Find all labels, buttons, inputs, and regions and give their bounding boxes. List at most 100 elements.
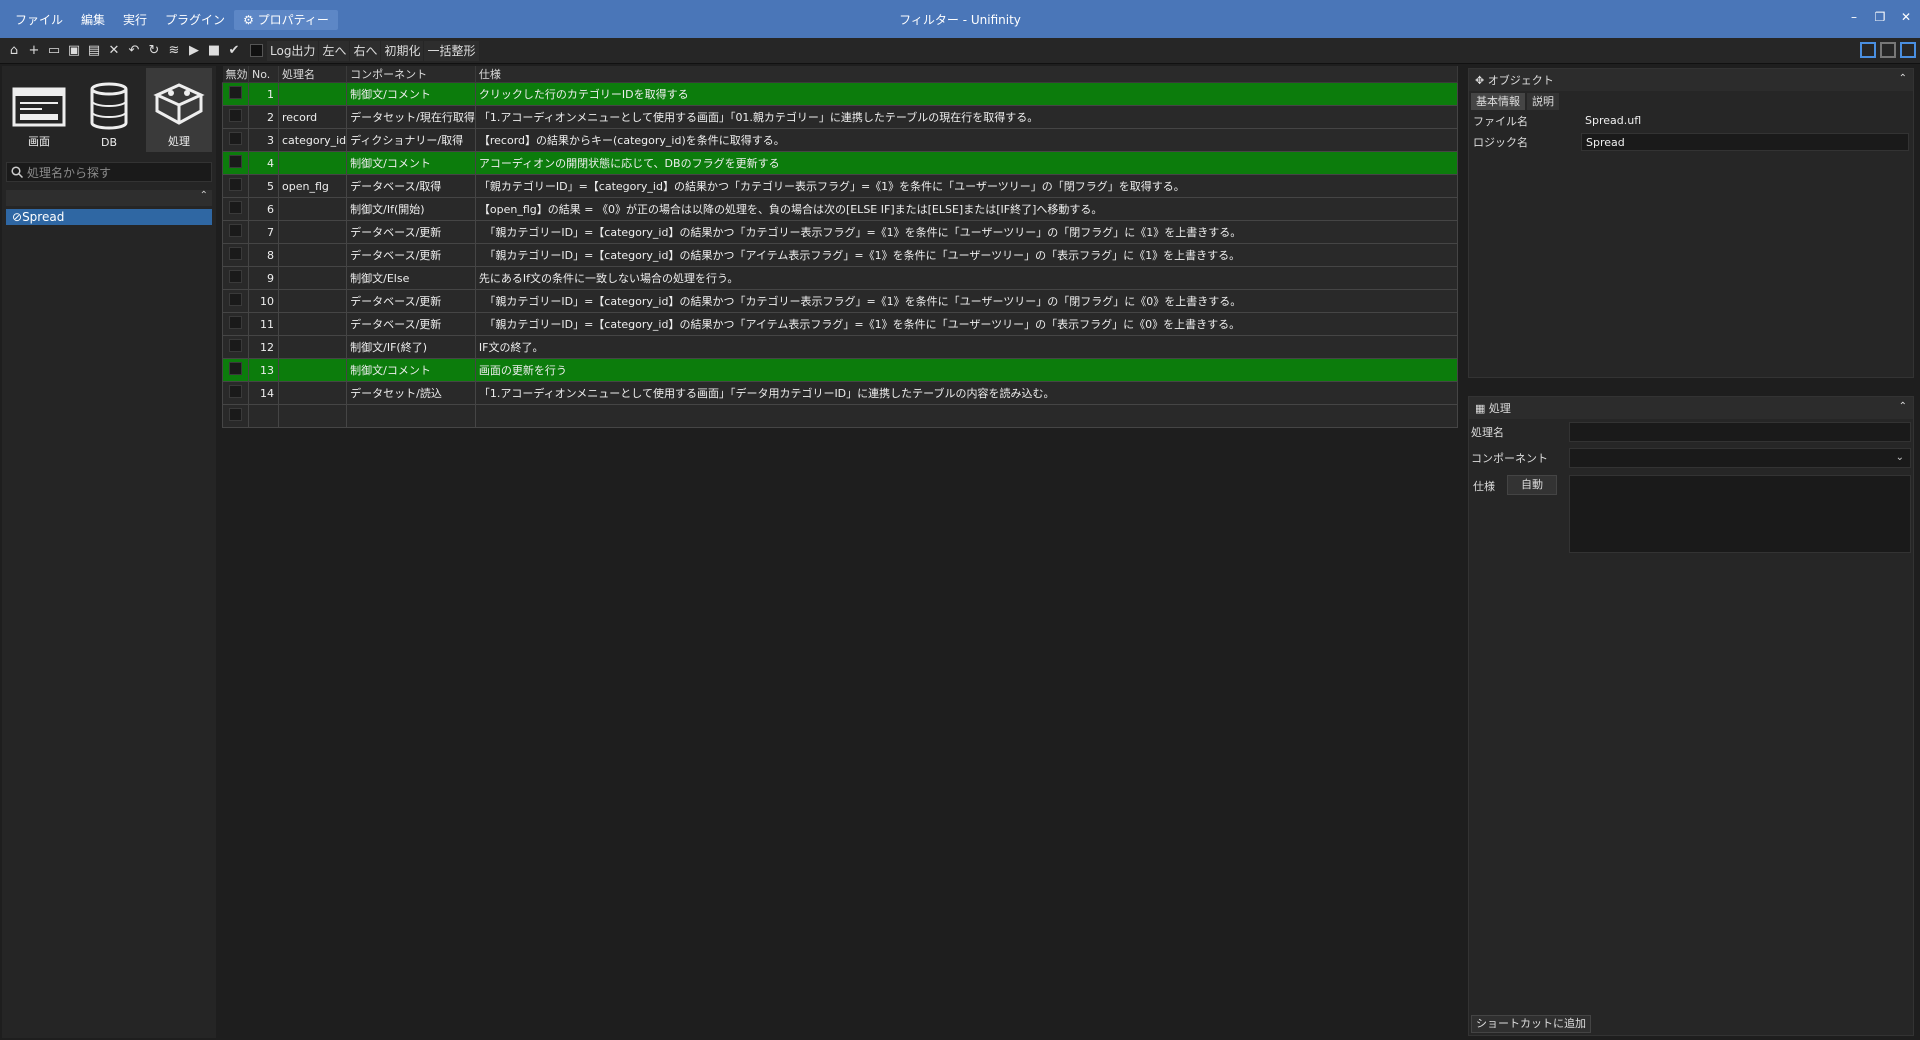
table-row[interactable]: 9 制御文/Else 先にあるIf文の条件に一致しない場合の処理を行う。: [222, 266, 1459, 290]
layout-right-icon[interactable]: [1900, 42, 1916, 58]
refresh-icon[interactable]: ↻: [144, 41, 164, 61]
disable-checkbox[interactable]: [229, 385, 242, 398]
disable-checkbox[interactable]: [229, 224, 242, 237]
component-cell[interactable]: データベース/更新: [346, 243, 476, 267]
disable-checkbox-cell[interactable]: [222, 220, 249, 244]
header-no[interactable]: No.: [248, 66, 279, 83]
tree-collapse-bar[interactable]: ⌃: [6, 190, 212, 206]
db-button[interactable]: DB: [76, 68, 142, 152]
tab-description[interactable]: 説明: [1527, 93, 1559, 110]
process-name-cell[interactable]: [277, 243, 348, 267]
restore-icon[interactable]: ❐: [1872, 8, 1888, 26]
header-component[interactable]: コンポーネント: [346, 66, 476, 83]
spec-cell[interactable]: 画面の更新を行う: [474, 358, 1459, 382]
table-row[interactable]: 3 category_id ディクショナリー/取得 【record】の結果からキー(c…: [222, 128, 1459, 152]
home-icon[interactable]: ⌂: [4, 41, 24, 61]
disable-checkbox[interactable]: [229, 339, 242, 352]
disable-checkbox[interactable]: [229, 316, 242, 329]
component-cell[interactable]: 制御文/コメント: [346, 82, 476, 106]
process-name-cell[interactable]: [277, 381, 348, 405]
component-cell[interactable]: 制御文/Else: [346, 266, 476, 290]
component-cell[interactable]: データベース/取得: [346, 174, 476, 198]
header-disabled[interactable]: 無効: [222, 66, 249, 83]
component-cell[interactable]: 制御文/コメント: [346, 151, 476, 175]
process-name-cell[interactable]: [277, 266, 348, 290]
disable-checkbox-cell[interactable]: [222, 243, 249, 267]
empty-table-row[interactable]: [222, 404, 1459, 428]
spec-cell[interactable]: 先にあるIf文の条件に一致しない場合の処理を行う。: [474, 266, 1459, 290]
disable-checkbox[interactable]: [229, 109, 242, 122]
component-cell[interactable]: 制御文/コメント: [346, 358, 476, 382]
disable-checkbox[interactable]: [229, 408, 242, 421]
table-row[interactable]: 12 制御文/IF(終了) IF文の終了。: [222, 335, 1459, 359]
spec-cell[interactable]: [474, 404, 1459, 428]
spec-cell[interactable]: 「親カテゴリーID」=【category_id】の結果かつ「アイテム表示フラグ」…: [474, 243, 1459, 267]
object-pane-header[interactable]: ✥ オブジェクト ⌃: [1469, 69, 1913, 91]
table-row[interactable]: 4 制御文/コメント アコーディオンの開閉状態に応じて、DBのフラグを更新する: [222, 151, 1459, 175]
stop-icon[interactable]: ■: [204, 41, 224, 61]
header-spec[interactable]: 仕様: [475, 66, 1459, 83]
table-row[interactable]: 6 制御文/If(開始) 【open_flg】の結果 = 《0》が正の場合は以降の処…: [222, 197, 1459, 221]
disable-checkbox[interactable]: [229, 293, 242, 306]
spec-cell[interactable]: 「親カテゴリーID」=【category_id】の結果かつ「カテゴリー表示フラグ…: [474, 174, 1459, 198]
process-name-cell[interactable]: [277, 335, 348, 359]
table-row[interactable]: 5 open_flg データベース/取得 「親カテゴリーID」=【category_i…: [222, 174, 1459, 198]
tree-item-spread[interactable]: ⊘Spread: [6, 209, 212, 225]
component-select[interactable]: ⌄: [1569, 448, 1911, 468]
disable-checkbox-cell[interactable]: [222, 404, 249, 428]
minimize-icon[interactable]: –: [1846, 8, 1862, 26]
disable-checkbox-cell[interactable]: [222, 266, 249, 290]
process-search-input[interactable]: 処理名から探す: [6, 162, 212, 182]
logic-name-field[interactable]: Spread: [1581, 132, 1909, 151]
table-row[interactable]: 1 制御文/コメント クリックした行のカテゴリーIDを取得する: [222, 82, 1459, 106]
init-button[interactable]: 初期化: [381, 40, 424, 61]
disable-checkbox-cell[interactable]: [222, 381, 249, 405]
table-row[interactable]: 8 データベース/更新 「親カテゴリーID」=【category_id】の結果かつ…: [222, 243, 1459, 267]
component-cell[interactable]: データベース/更新: [346, 289, 476, 313]
layout-left-icon[interactable]: [1860, 42, 1876, 58]
layout-center-icon[interactable]: [1880, 42, 1896, 58]
table-row[interactable]: 7 データベース/更新 「親カテゴリーID」=【category_id】の結果かつ…: [222, 220, 1459, 244]
undo-icon[interactable]: ↶: [124, 41, 144, 61]
chevron-up-icon[interactable]: ⌃: [1899, 73, 1907, 84]
open-folder-icon[interactable]: ▭: [44, 41, 64, 61]
disable-checkbox[interactable]: [229, 362, 242, 375]
save-icon[interactable]: ▣: [64, 41, 84, 61]
move-right-button[interactable]: 右へ: [350, 40, 381, 61]
log-output-label[interactable]: Log出力: [267, 40, 319, 61]
spec-cell[interactable]: 「親カテゴリーID」=【category_id】の結果かつ「カテゴリー表示フラグ…: [474, 220, 1459, 244]
component-cell[interactable]: データセット/現在行取得: [346, 105, 476, 129]
disable-checkbox-cell[interactable]: [222, 335, 249, 359]
spec-cell[interactable]: 「親カテゴリーID」=【category_id】の結果かつ「アイテム表示フラグ」…: [474, 312, 1459, 336]
spec-cell[interactable]: 【record】の結果からキー(category_id)を条件に取得する。: [474, 128, 1459, 152]
process-name-cell[interactable]: open_flg: [277, 174, 348, 198]
process-name-cell[interactable]: [277, 312, 348, 336]
check-icon[interactable]: ✔: [224, 41, 244, 61]
process-button[interactable]: 処理: [146, 68, 212, 152]
table-row[interactable]: 14 データセット/読込 「1.アコーディオンメニューとして使用する画面」「データ用…: [222, 381, 1459, 405]
format-all-button[interactable]: 一括整形: [424, 40, 479, 61]
process-name-cell[interactable]: [277, 82, 348, 106]
spec-textarea[interactable]: [1569, 475, 1911, 553]
component-cell[interactable]: 制御文/IF(終了): [346, 335, 476, 359]
spec-cell[interactable]: IF文の終了。: [474, 335, 1459, 359]
chevron-up-icon[interactable]: ⌃: [200, 190, 208, 201]
disable-checkbox[interactable]: [229, 201, 242, 214]
component-cell[interactable]: [346, 404, 476, 428]
disable-checkbox[interactable]: [229, 86, 242, 99]
screen-button[interactable]: 画面: [6, 68, 72, 152]
disable-checkbox-cell[interactable]: [222, 289, 249, 313]
add-icon[interactable]: +: [24, 41, 44, 61]
table-row[interactable]: 11 データベース/更新 「親カテゴリーID」=【category_id】の結果か…: [222, 312, 1459, 336]
spec-cell[interactable]: 「親カテゴリーID」=【category_id】の結果かつ「カテゴリー表示フラグ…: [474, 289, 1459, 313]
table-row[interactable]: 10 データベース/更新 「親カテゴリーID」=【category_id】の結果か…: [222, 289, 1459, 313]
process-name-cell[interactable]: record: [277, 105, 348, 129]
component-cell[interactable]: データセット/読込: [346, 381, 476, 405]
disable-checkbox-cell[interactable]: [222, 358, 249, 382]
disable-checkbox-cell[interactable]: [222, 151, 249, 175]
header-process-name[interactable]: 処理名: [278, 66, 348, 83]
chevron-up-icon[interactable]: ⌃: [1899, 401, 1907, 412]
table-row[interactable]: 2 record データセット/現在行取得 「1.アコーディオンメニューとして使用する…: [222, 105, 1459, 129]
component-cell[interactable]: ディクショナリー/取得: [346, 128, 476, 152]
delete-icon[interactable]: ✕: [104, 41, 124, 61]
